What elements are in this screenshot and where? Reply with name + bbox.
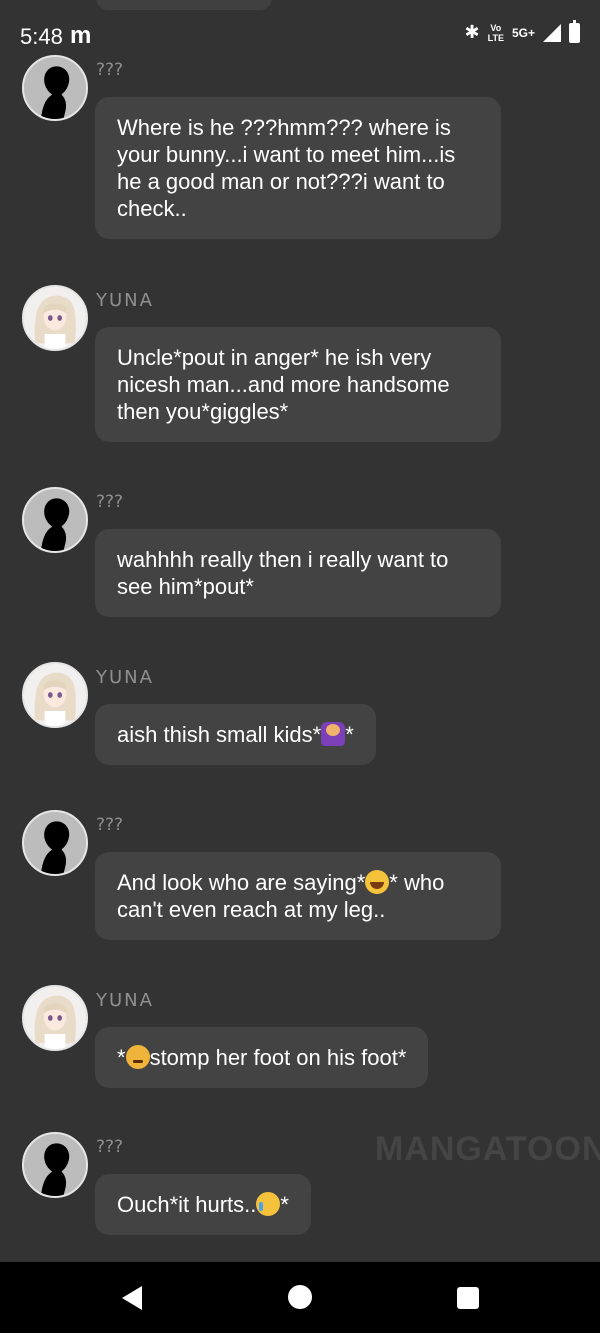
message-bubble[interactable]: Where is he ???hmm??? where is your bunn… xyxy=(95,97,501,239)
facepalm-emoji-icon xyxy=(321,722,346,746)
laughing-crying-emoji-icon xyxy=(365,870,390,894)
status-time: 5:48 xyxy=(20,24,63,49)
silhouette-avatar[interactable] xyxy=(22,1132,88,1198)
status-icons: ✱ Vo LTE 5G+ xyxy=(464,19,580,43)
speaker-name: ??? xyxy=(96,492,124,512)
message-text: * xyxy=(345,722,354,747)
volte-indicator: Vo LTE xyxy=(487,22,504,43)
speaker-name: YUNA xyxy=(96,990,154,1011)
network-type: 5G+ xyxy=(511,25,535,40)
silhouette-avatar[interactable] xyxy=(22,487,88,553)
message-text: * xyxy=(117,1045,126,1070)
home-icon[interactable] xyxy=(288,1285,312,1309)
battery-icon xyxy=(569,19,580,43)
yuna-avatar[interactable] xyxy=(22,985,88,1051)
speaker-name: YUNA xyxy=(96,667,154,688)
bluetooth-icon: ✱ xyxy=(464,22,480,42)
message-text: stomp her foot on his foot* xyxy=(149,1045,407,1070)
crying-face-emoji-icon xyxy=(256,1192,281,1216)
speaker-name: ??? xyxy=(96,60,124,80)
message-bubble[interactable]: aish thish small kids* * xyxy=(95,704,376,765)
message-text: Ouch*it hurts.. xyxy=(117,1192,257,1217)
silhouette-avatar[interactable] xyxy=(22,55,88,121)
yuna-avatar[interactable] xyxy=(22,662,88,728)
mangatoon-watermark: MANGATOON xyxy=(375,1130,600,1168)
recents-icon[interactable] xyxy=(457,1287,479,1309)
speaker-name: YUNA xyxy=(96,290,154,311)
angry-face-emoji-icon xyxy=(125,1045,150,1069)
speaker-name: ??? xyxy=(96,815,124,835)
signal-icon xyxy=(543,23,561,42)
message-bubble[interactable]: Uncle*pout in anger* he ish very nicesh … xyxy=(95,327,501,442)
message-text: * xyxy=(280,1192,289,1217)
message-bubble[interactable]: wahhhh really then i really want to see … xyxy=(95,529,501,617)
silhouette-avatar[interactable] xyxy=(22,810,88,876)
message-text: aish thish small kids* xyxy=(117,722,322,747)
message-bubble[interactable]: Ouch*it hurts.. * xyxy=(95,1174,311,1235)
status-bar: 5:48 m ✱ Vo LTE 5G+ xyxy=(0,0,600,60)
back-icon[interactable] xyxy=(122,1286,142,1310)
speaker-name: ??? xyxy=(96,1137,124,1157)
system-navigation-bar xyxy=(0,1262,600,1333)
yuna-avatar[interactable] xyxy=(22,285,88,351)
app-notification-icon: m xyxy=(70,22,92,49)
message-bubble[interactable]: * stomp her foot on his foot* xyxy=(95,1027,429,1088)
message-bubble[interactable]: And look who are saying* * who can't even… xyxy=(95,852,501,940)
message-text: And look who are saying* xyxy=(117,870,366,895)
